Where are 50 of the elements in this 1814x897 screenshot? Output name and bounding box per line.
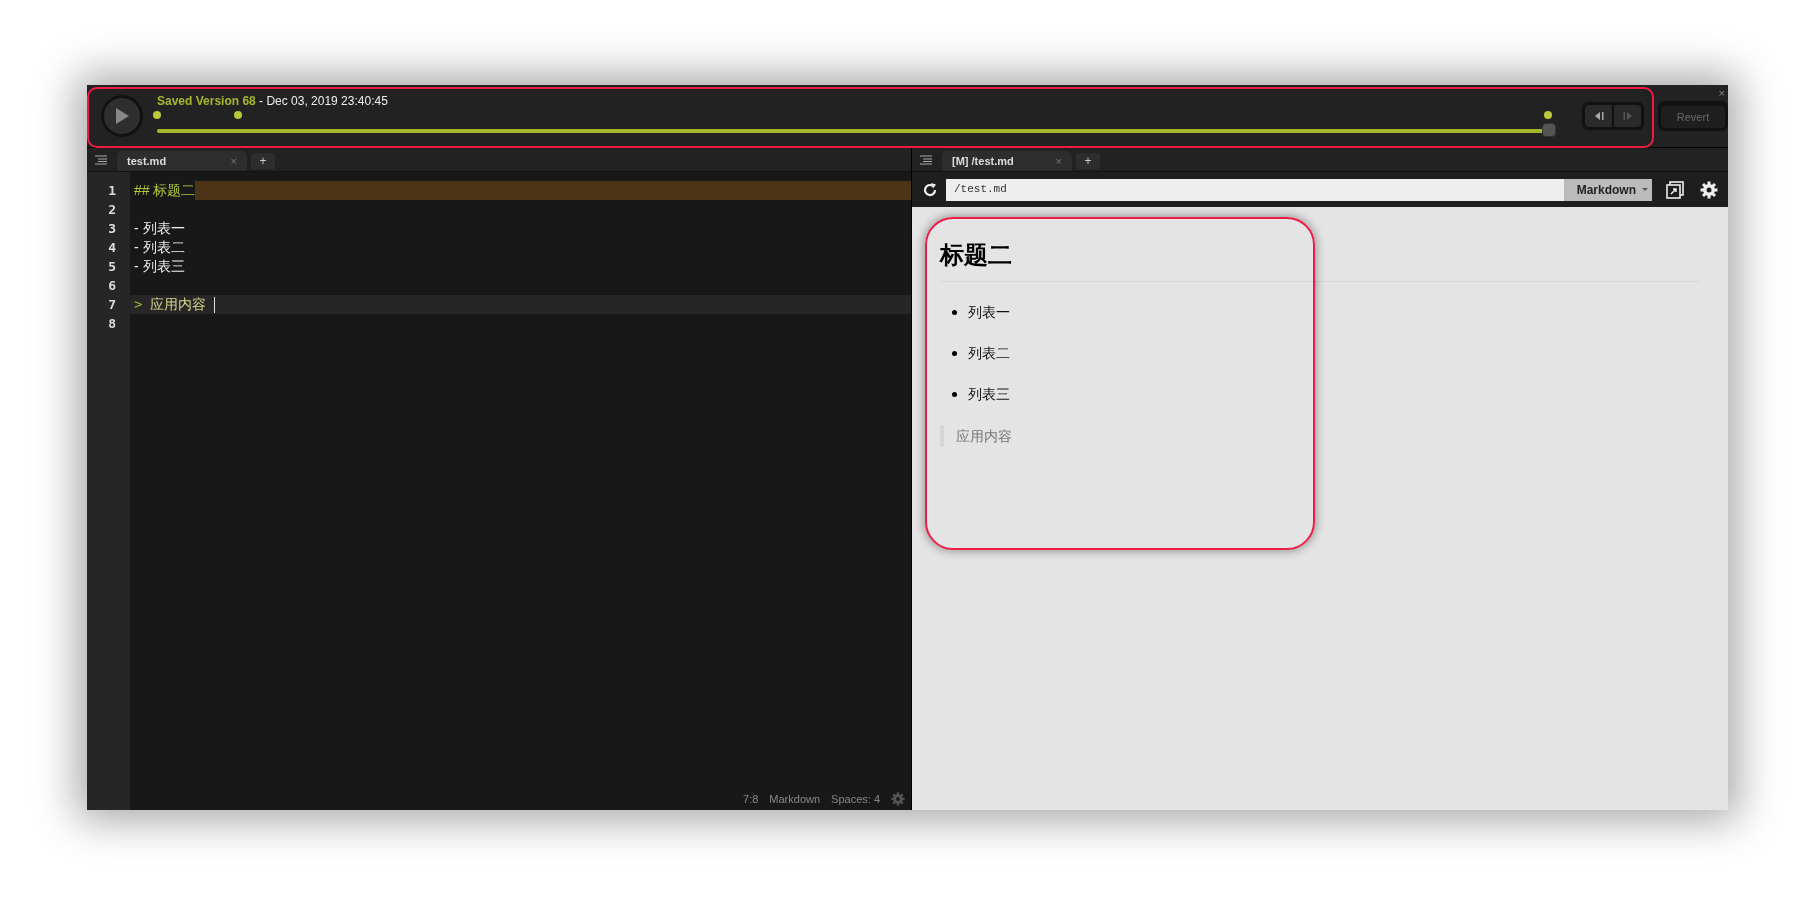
previous-version-button[interactable] bbox=[1585, 105, 1612, 127]
mode-dropdown[interactable]: Markdown bbox=[1564, 178, 1652, 201]
line-number: 1 bbox=[107, 181, 117, 200]
play-icon bbox=[114, 107, 130, 125]
version-marker bbox=[1544, 111, 1552, 119]
code-text: - 列表二 bbox=[134, 238, 185, 257]
list-menu-icon[interactable] bbox=[920, 155, 932, 165]
list-item-text: 列表一 bbox=[968, 302, 1010, 322]
timeline-thumb[interactable] bbox=[1542, 123, 1556, 137]
line-number: 4 bbox=[107, 238, 117, 257]
text-cursor bbox=[214, 296, 216, 313]
line-number: 5 bbox=[107, 257, 117, 276]
quote-marker: > bbox=[134, 295, 143, 314]
status-item[interactable]: 7:8 bbox=[743, 790, 759, 807]
version-marker bbox=[153, 111, 161, 119]
preview-tab[interactable]: [M] /test.md × bbox=[942, 151, 1072, 171]
step-back-icon bbox=[1593, 111, 1604, 121]
close-tab-button[interactable]: × bbox=[230, 152, 237, 170]
status-item[interactable]: Spaces: 4 bbox=[831, 790, 880, 807]
close-button[interactable]: × bbox=[1718, 85, 1725, 102]
file-tab[interactable]: test.md × bbox=[117, 151, 247, 171]
step-forward-icon bbox=[1622, 111, 1633, 121]
code-text: - 列表三 bbox=[134, 257, 185, 276]
refresh-icon[interactable] bbox=[922, 181, 938, 198]
line-number: 2 bbox=[107, 200, 117, 219]
list-item-text: 列表三 bbox=[968, 384, 1010, 404]
new-tab-button[interactable]: + bbox=[1076, 153, 1100, 169]
saved-version-text: Saved Version 68 - Dec 03, 2019 23:40:45 bbox=[157, 93, 388, 110]
line-number: 3 bbox=[107, 219, 117, 238]
close-tab-button[interactable]: × bbox=[1055, 152, 1062, 170]
bullet-icon bbox=[952, 309, 957, 315]
bullet-icon bbox=[952, 350, 957, 356]
url-field[interactable]: /test.md bbox=[946, 178, 1564, 201]
code-text: ## 标题二 bbox=[134, 181, 196, 200]
settings-icon[interactable] bbox=[1700, 180, 1718, 199]
line-number: 7 bbox=[107, 295, 117, 314]
list-item-text: 列表二 bbox=[968, 343, 1010, 363]
code-text: 应用内容 bbox=[150, 295, 207, 314]
version-marker bbox=[234, 111, 242, 119]
preview-heading: 标题二 bbox=[940, 241, 1012, 268]
blockquote-text: 应用内容 bbox=[956, 426, 1012, 446]
bullet-icon bbox=[952, 391, 957, 397]
line-number: 8 bbox=[107, 314, 117, 333]
list-menu-icon[interactable] bbox=[95, 155, 107, 165]
status-item[interactable]: Markdown bbox=[769, 790, 821, 807]
popout-icon[interactable] bbox=[1666, 180, 1684, 199]
new-tab-button[interactable]: + bbox=[251, 153, 275, 169]
play-button[interactable] bbox=[101, 95, 143, 137]
code-text: - 列表一 bbox=[134, 219, 185, 238]
line-number: 6 bbox=[107, 276, 117, 295]
